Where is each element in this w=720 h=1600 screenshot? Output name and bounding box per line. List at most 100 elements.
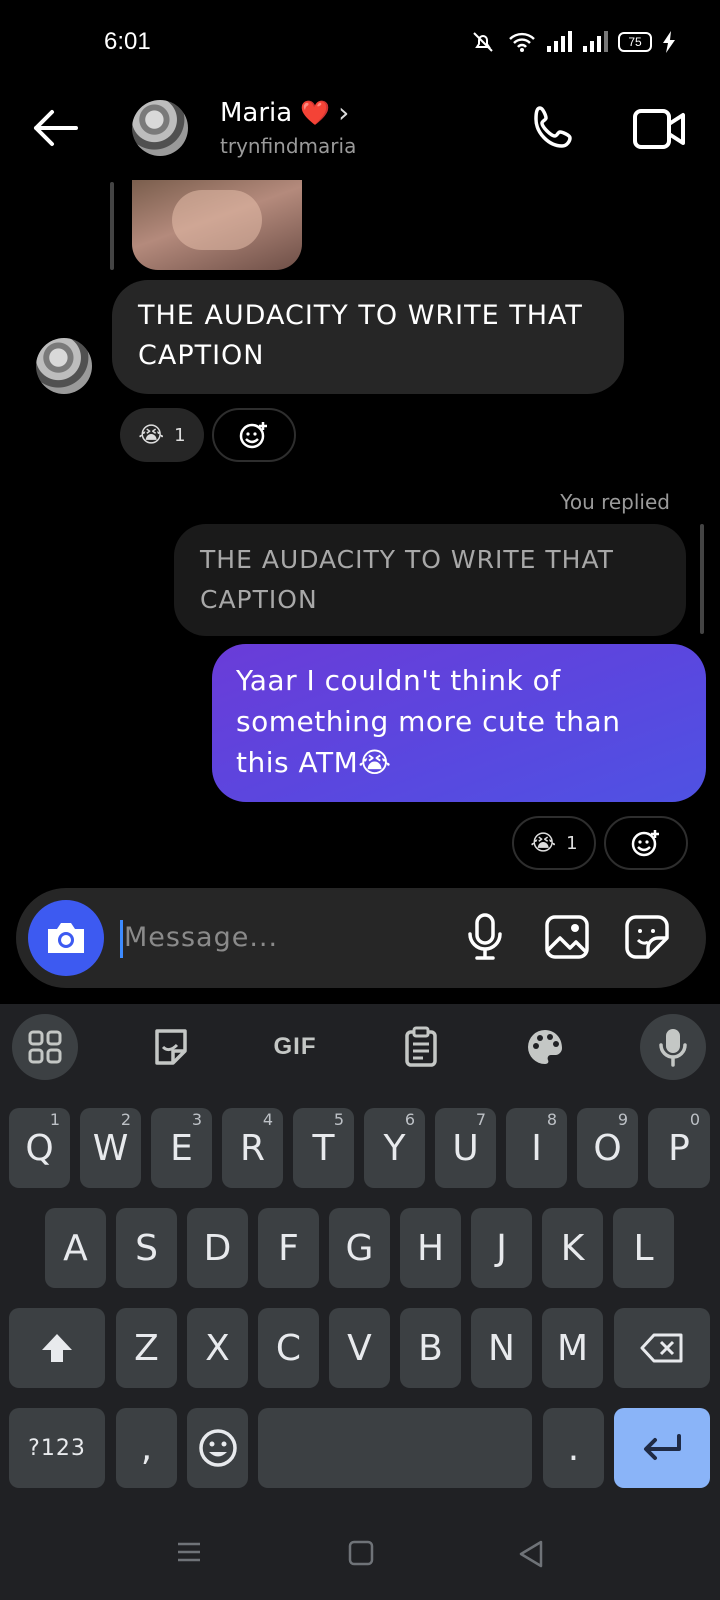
outgoing-reaction[interactable]: 😭 1 [512, 816, 596, 870]
contact-name[interactable]: Maria ❤️ › [220, 96, 349, 129]
sender-avatar[interactable] [36, 338, 92, 394]
camera-icon [48, 923, 84, 953]
add-reaction-button[interactable] [212, 408, 296, 462]
keyboard-sticker-button[interactable] [138, 1014, 204, 1080]
key-v[interactable]: V [329, 1308, 390, 1388]
comma-key[interactable]: , [116, 1408, 177, 1488]
key-g[interactable]: G [329, 1208, 390, 1288]
key-p[interactable]: P0 [648, 1108, 710, 1188]
arrow-left-icon [34, 110, 78, 146]
keyboard-gif-button[interactable]: GIF [262, 1014, 328, 1080]
incoming-reaction[interactable]: 😭 1 [120, 408, 204, 462]
chevron-right-icon: › [338, 96, 350, 129]
crying-emoji: 😭 [530, 830, 557, 856]
keyboard-voice-button[interactable] [640, 1014, 706, 1080]
message-input[interactable] [124, 914, 444, 960]
sticker-button[interactable] [620, 910, 674, 964]
camera-button[interactable] [28, 900, 104, 976]
text-cursor [120, 920, 123, 958]
shift-icon [42, 1334, 72, 1362]
symbols-key[interactable]: ?123 [9, 1408, 105, 1488]
key-i[interactable]: I8 [506, 1108, 567, 1188]
add-reaction-button-outgoing[interactable] [604, 816, 688, 870]
back-button[interactable] [30, 108, 80, 148]
header-avatar[interactable] [132, 100, 188, 156]
keyboard-apps-button[interactable] [12, 1014, 78, 1080]
contact-username: trynfindmaria [220, 134, 357, 158]
wifi-icon [509, 32, 535, 52]
heart-emoji: ❤️ [300, 98, 331, 127]
reaction-count: 1 [566, 832, 578, 854]
key-m[interactable]: M [542, 1308, 603, 1388]
key-j[interactable]: J [471, 1208, 532, 1288]
enter-icon [644, 1434, 681, 1460]
add-emoji-icon [631, 830, 659, 857]
emoji-icon [198, 1429, 237, 1467]
menu-icon [178, 1542, 200, 1562]
key-k[interactable]: K [542, 1208, 603, 1288]
keyboard-theme-button[interactable] [512, 1014, 578, 1080]
key-d[interactable]: D [187, 1208, 248, 1288]
key-t[interactable]: T5 [293, 1108, 354, 1188]
key-c[interactable]: C [258, 1308, 319, 1388]
signal-icon-1 [547, 31, 572, 52]
replied-to-preview[interactable]: THE AUDACITY TO WRITE THAT CAPTION [174, 524, 686, 636]
outgoing-message-bubble[interactable]: Yaar I couldn't think of something more … [212, 644, 706, 802]
period-key[interactable]: . [543, 1408, 604, 1488]
backspace-icon [640, 1333, 683, 1363]
key-w[interactable]: W2 [80, 1108, 141, 1188]
battery-indicator: 75 [618, 32, 652, 52]
keyboard-clipboard-button[interactable] [388, 1014, 454, 1080]
sticker-icon [625, 915, 669, 959]
key-b[interactable]: B [400, 1308, 461, 1388]
add-emoji-icon [239, 422, 267, 449]
key-r[interactable]: R4 [222, 1108, 283, 1188]
key-u[interactable]: U7 [435, 1108, 496, 1188]
reply-indicator-line-right [700, 524, 704, 634]
microphone-icon [659, 1029, 687, 1067]
call-button[interactable] [530, 104, 580, 154]
backspace-key[interactable] [614, 1308, 710, 1388]
key-y[interactable]: Y6 [364, 1108, 425, 1188]
keyboard [0, 1004, 720, 1600]
clipboard-icon [405, 1026, 437, 1067]
key-o[interactable]: O9 [577, 1108, 638, 1188]
reply-indicator-line [110, 182, 114, 270]
you-replied-label: You replied [560, 490, 670, 514]
status-time: 6:01 [104, 28, 151, 55]
grid-icon [28, 1030, 62, 1064]
menu-nav-button[interactable] [176, 1540, 202, 1568]
shared-image[interactable] [132, 180, 302, 270]
back-nav-button[interactable] [518, 1540, 544, 1572]
sticker-icon [155, 1029, 187, 1065]
key-e[interactable]: E3 [151, 1108, 212, 1188]
key-f[interactable]: F [258, 1208, 319, 1288]
key-x[interactable]: X [187, 1308, 248, 1388]
key-q[interactable]: Q1 [9, 1108, 70, 1188]
gif-label: GIF [273, 1033, 317, 1060]
key-a[interactable]: A [45, 1208, 106, 1288]
incoming-message-bubble[interactable]: THE AUDACITY TO WRITE THAT CAPTION [112, 280, 624, 394]
mute-icon [473, 32, 493, 52]
emoji-key[interactable] [187, 1408, 248, 1488]
key-z[interactable]: Z [116, 1308, 177, 1388]
key-l[interactable]: L [613, 1208, 674, 1288]
key-h[interactable]: H [400, 1208, 461, 1288]
gallery-button[interactable] [540, 910, 594, 964]
crying-emoji: 😭 [138, 422, 165, 448]
shift-key[interactable] [9, 1308, 105, 1388]
home-nav-button[interactable] [348, 1540, 374, 1570]
enter-key[interactable] [614, 1408, 710, 1488]
voice-message-button[interactable] [458, 910, 512, 964]
signal-icon-2 [583, 31, 608, 52]
space-key[interactable] [258, 1408, 532, 1488]
charging-icon [663, 31, 675, 53]
image-icon [545, 915, 589, 959]
key-s[interactable]: S [116, 1208, 177, 1288]
status-icons: 75 [468, 30, 676, 54]
video-call-button[interactable] [632, 106, 688, 152]
key-n[interactable]: N [471, 1308, 532, 1388]
palette-icon [528, 1030, 563, 1064]
phone-icon [534, 106, 572, 148]
reaction-count: 1 [174, 424, 186, 446]
